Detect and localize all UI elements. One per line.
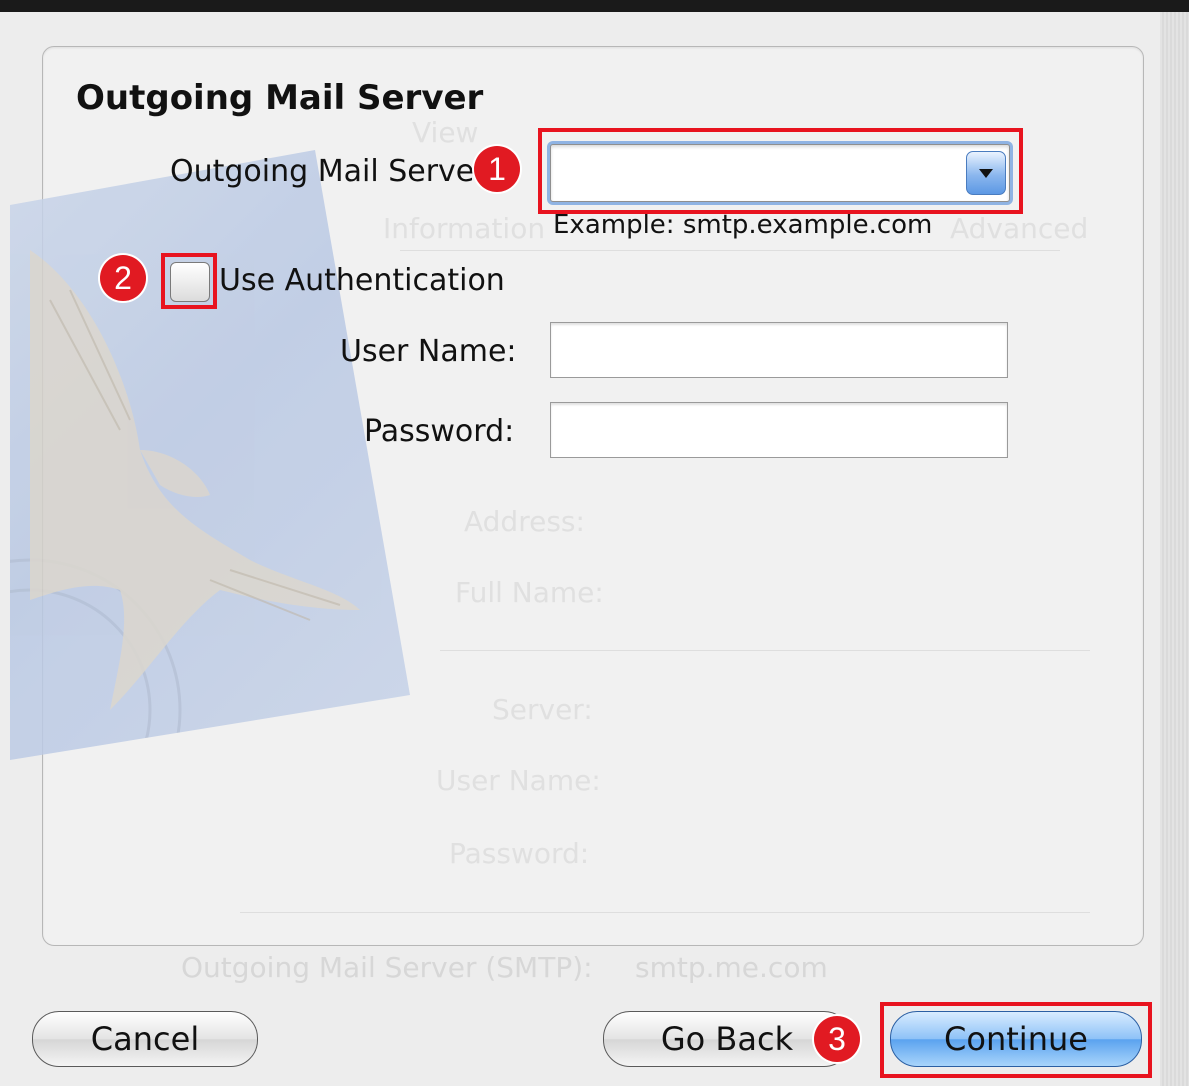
annotation-box-continue [880,1002,1152,1078]
ghost-divider [240,912,1090,913]
server-example-hint: Example: smtp.example.com [553,210,933,240]
ghost-text: smtp.me.com [635,951,828,984]
user-name-label: User Name: [340,334,517,369]
top-border [0,0,1189,12]
password-input[interactable] [551,403,1007,457]
ghost-text: User Name: [436,764,601,797]
ghost-divider [440,650,1090,651]
ghost-text: Information [383,212,546,245]
ghost-text: Address: [464,505,585,538]
user-name-input[interactable] [551,323,1007,377]
ghost-text: View [412,116,479,149]
annotation-badge-3: 3 [814,1016,860,1062]
annotation-box-server [538,128,1023,214]
cancel-button[interactable]: Cancel [32,1011,258,1067]
ghost-text: Advanced [950,212,1089,245]
password-label: Password: [364,414,515,449]
ghost-text: Full Name: [455,576,604,609]
section-title: Outgoing Mail Server [76,78,484,118]
ghost-text: Outgoing Mail Server (SMTP): [181,951,593,984]
annotation-box-checkbox [161,253,217,309]
ghost-text: Server: [492,693,593,726]
ghost-text: Password: [449,837,590,870]
ghost-divider [400,250,1060,251]
annotation-badge-1: 1 [474,146,520,192]
window-edge [1160,12,1189,1086]
annotation-badge-2: 2 [100,255,146,301]
use-authentication-label[interactable]: Use Authentication [219,263,505,298]
outgoing-server-label: Outgoing Mail Server: [170,154,497,189]
password-field[interactable] [550,402,1008,458]
user-name-field[interactable] [550,322,1008,378]
